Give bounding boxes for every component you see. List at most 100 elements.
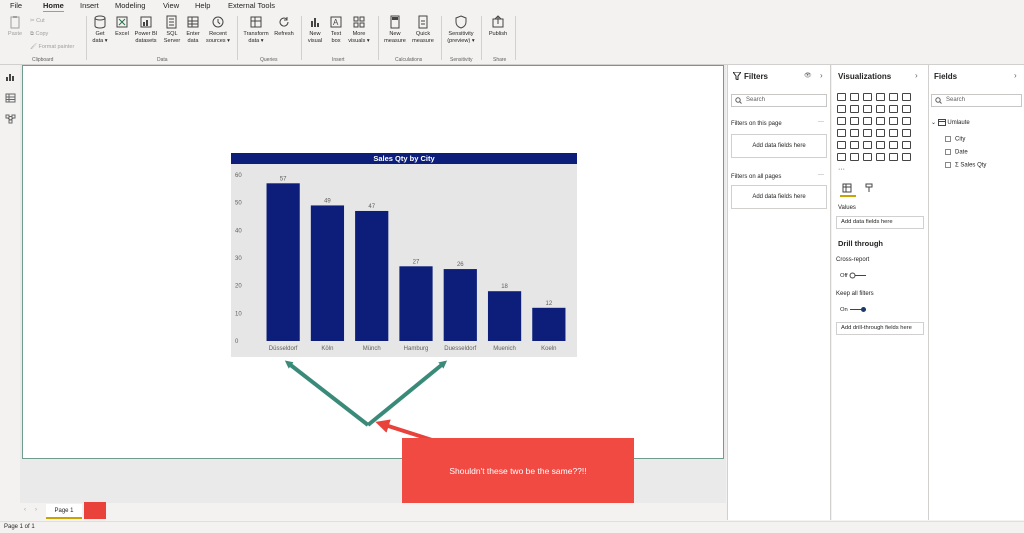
tab-external-tools[interactable]: External Tools xyxy=(228,1,275,10)
stacked-area-icon[interactable] xyxy=(863,105,872,113)
filters-page-drop-zone[interactable]: Add data fields here xyxy=(731,134,827,158)
collapse-viz-icon[interactable]: › xyxy=(915,71,918,80)
100-bar-icon[interactable] xyxy=(889,93,898,101)
r-visual-icon[interactable] xyxy=(889,141,898,149)
line-clustered-icon[interactable] xyxy=(889,105,898,113)
text-box-button[interactable]: A Text box xyxy=(327,15,345,44)
stacked-bar-icon[interactable] xyxy=(837,93,846,101)
model-view-icon[interactable] xyxy=(5,114,16,124)
area-chart-icon[interactable] xyxy=(850,105,859,113)
checkbox[interactable] xyxy=(945,149,951,155)
field-date[interactable]: Date xyxy=(945,149,968,156)
format-paint-icon[interactable] xyxy=(864,183,874,193)
tab-modeling[interactable]: Modeling xyxy=(115,1,145,10)
table-icon[interactable] xyxy=(863,141,872,149)
filters-all-pages-drop-zone[interactable]: Add data fields here xyxy=(731,185,827,209)
kpi-icon[interactable] xyxy=(837,141,846,149)
waterfall-icon[interactable] xyxy=(837,117,846,125)
data-view-icon[interactable] xyxy=(5,93,16,103)
collapse-fields-icon[interactable]: › xyxy=(1014,71,1017,80)
collapse-filters-icon[interactable]: › xyxy=(820,71,823,80)
values-well[interactable]: Add data fields here xyxy=(836,216,924,229)
report-view-icon[interactable] xyxy=(5,72,16,82)
bar-chart-visual[interactable]: Sales Qty by City 0 10 20 30 40 50 60 57 Düsseld… xyxy=(231,153,577,357)
more-visuals-button[interactable]: More visuals ▾ xyxy=(346,15,372,44)
filters-search-input[interactable]: Search xyxy=(731,94,827,107)
fields-search-input[interactable]: Search xyxy=(931,94,1022,107)
paginated-icon[interactable] xyxy=(889,153,898,161)
bar[interactable] xyxy=(355,210,389,341)
clustered-bar-icon[interactable] xyxy=(863,93,872,101)
more-visuals-ellipsis[interactable]: ··· xyxy=(838,166,845,173)
clustered-column-icon[interactable] xyxy=(876,93,885,101)
matrix-icon[interactable] xyxy=(876,141,885,149)
ribbon-chart-icon[interactable] xyxy=(902,105,911,113)
enter-data-button[interactable]: Enter data xyxy=(184,15,202,44)
map-icon[interactable] xyxy=(837,129,846,137)
gauge-icon[interactable] xyxy=(876,129,885,137)
python-visual-icon[interactable] xyxy=(902,141,911,149)
bar[interactable] xyxy=(443,269,477,341)
copy-button[interactable]: ⧉ Copy xyxy=(30,31,48,38)
transform-data-button[interactable]: Transform data ▾ xyxy=(241,15,271,44)
checkbox[interactable] xyxy=(945,162,951,168)
bar[interactable] xyxy=(399,266,433,341)
line-column-icon[interactable] xyxy=(876,105,885,113)
qa-icon[interactable] xyxy=(863,153,872,161)
quick-measure-button[interactable]: Quick measure xyxy=(409,15,437,44)
line-chart-icon[interactable] xyxy=(837,105,846,113)
scatter-icon[interactable] xyxy=(863,117,872,125)
paste-button[interactable]: Paste xyxy=(6,15,24,38)
tab-help[interactable]: Help xyxy=(195,1,210,10)
cross-report-toggle[interactable]: Off xyxy=(840,272,867,279)
prev-page-icon[interactable]: ‹ xyxy=(24,507,26,513)
cut-button[interactable]: ✂ Cut xyxy=(30,18,45,24)
tab-file[interactable]: File xyxy=(10,1,22,10)
pie-chart-icon[interactable] xyxy=(876,117,885,125)
new-measure-button[interactable]: New measure xyxy=(382,15,408,44)
table-umlaute[interactable]: ⌄ Umlaute xyxy=(931,119,970,126)
page-tab-1[interactable]: Page 1 xyxy=(46,504,82,519)
checkbox[interactable] xyxy=(945,136,951,142)
tab-insert[interactable]: Insert xyxy=(80,1,99,10)
donut-chart-icon[interactable] xyxy=(889,117,898,125)
shape-map-icon[interactable] xyxy=(863,129,872,137)
decomposition-tree-icon[interactable] xyxy=(850,153,859,161)
field-sales-qty[interactable]: Σ Sales Qty xyxy=(945,162,986,169)
card-icon[interactable] xyxy=(889,129,898,137)
tab-home[interactable]: Home xyxy=(43,1,64,12)
eye-icon[interactable]: 👁 xyxy=(804,72,812,79)
multi-row-card-icon[interactable] xyxy=(902,129,911,137)
excel-button[interactable]: Excel xyxy=(113,15,131,38)
fields-tab-icon[interactable] xyxy=(842,183,852,193)
bar[interactable] xyxy=(532,307,566,341)
narrative-icon[interactable] xyxy=(876,153,885,161)
bar[interactable] xyxy=(310,205,345,341)
recent-sources-button[interactable]: Recent sources ▾ xyxy=(204,15,232,44)
bar[interactable] xyxy=(487,291,522,341)
keep-all-filters-toggle[interactable]: On xyxy=(840,306,867,313)
add-page-button[interactable] xyxy=(84,502,106,519)
key-influencers-icon[interactable] xyxy=(837,153,846,161)
get-data-button[interactable]: Get data ▾ xyxy=(90,15,110,44)
more-options-icon[interactable]: ··· xyxy=(818,172,824,178)
treemap-icon[interactable] xyxy=(902,117,911,125)
stacked-column-icon[interactable] xyxy=(850,93,859,101)
100-column-icon[interactable] xyxy=(902,93,911,101)
drill-through-well[interactable]: Add drill-through fields here xyxy=(836,322,924,335)
diamond-icon[interactable] xyxy=(902,153,911,161)
slicer-icon[interactable] xyxy=(850,141,859,149)
bar[interactable] xyxy=(266,183,300,341)
new-visual-button[interactable]: New visual xyxy=(305,15,325,44)
power-bi-datasets-button[interactable]: Power BI datasets xyxy=(133,15,159,44)
publish-button[interactable]: Publish xyxy=(486,15,510,38)
next-page-icon[interactable]: › xyxy=(35,507,37,513)
more-options-icon[interactable]: ··· xyxy=(818,119,824,125)
filled-map-icon[interactable] xyxy=(850,129,859,137)
field-city[interactable]: City xyxy=(945,136,965,143)
funnel-icon[interactable] xyxy=(850,117,859,125)
refresh-button[interactable]: Refresh xyxy=(272,15,296,38)
sensitivity-button[interactable]: Sensitivity (preview) ▾ xyxy=(445,15,477,44)
format-painter-button[interactable]: 🖌 Format painter xyxy=(30,44,74,50)
tab-view[interactable]: View xyxy=(163,1,179,10)
